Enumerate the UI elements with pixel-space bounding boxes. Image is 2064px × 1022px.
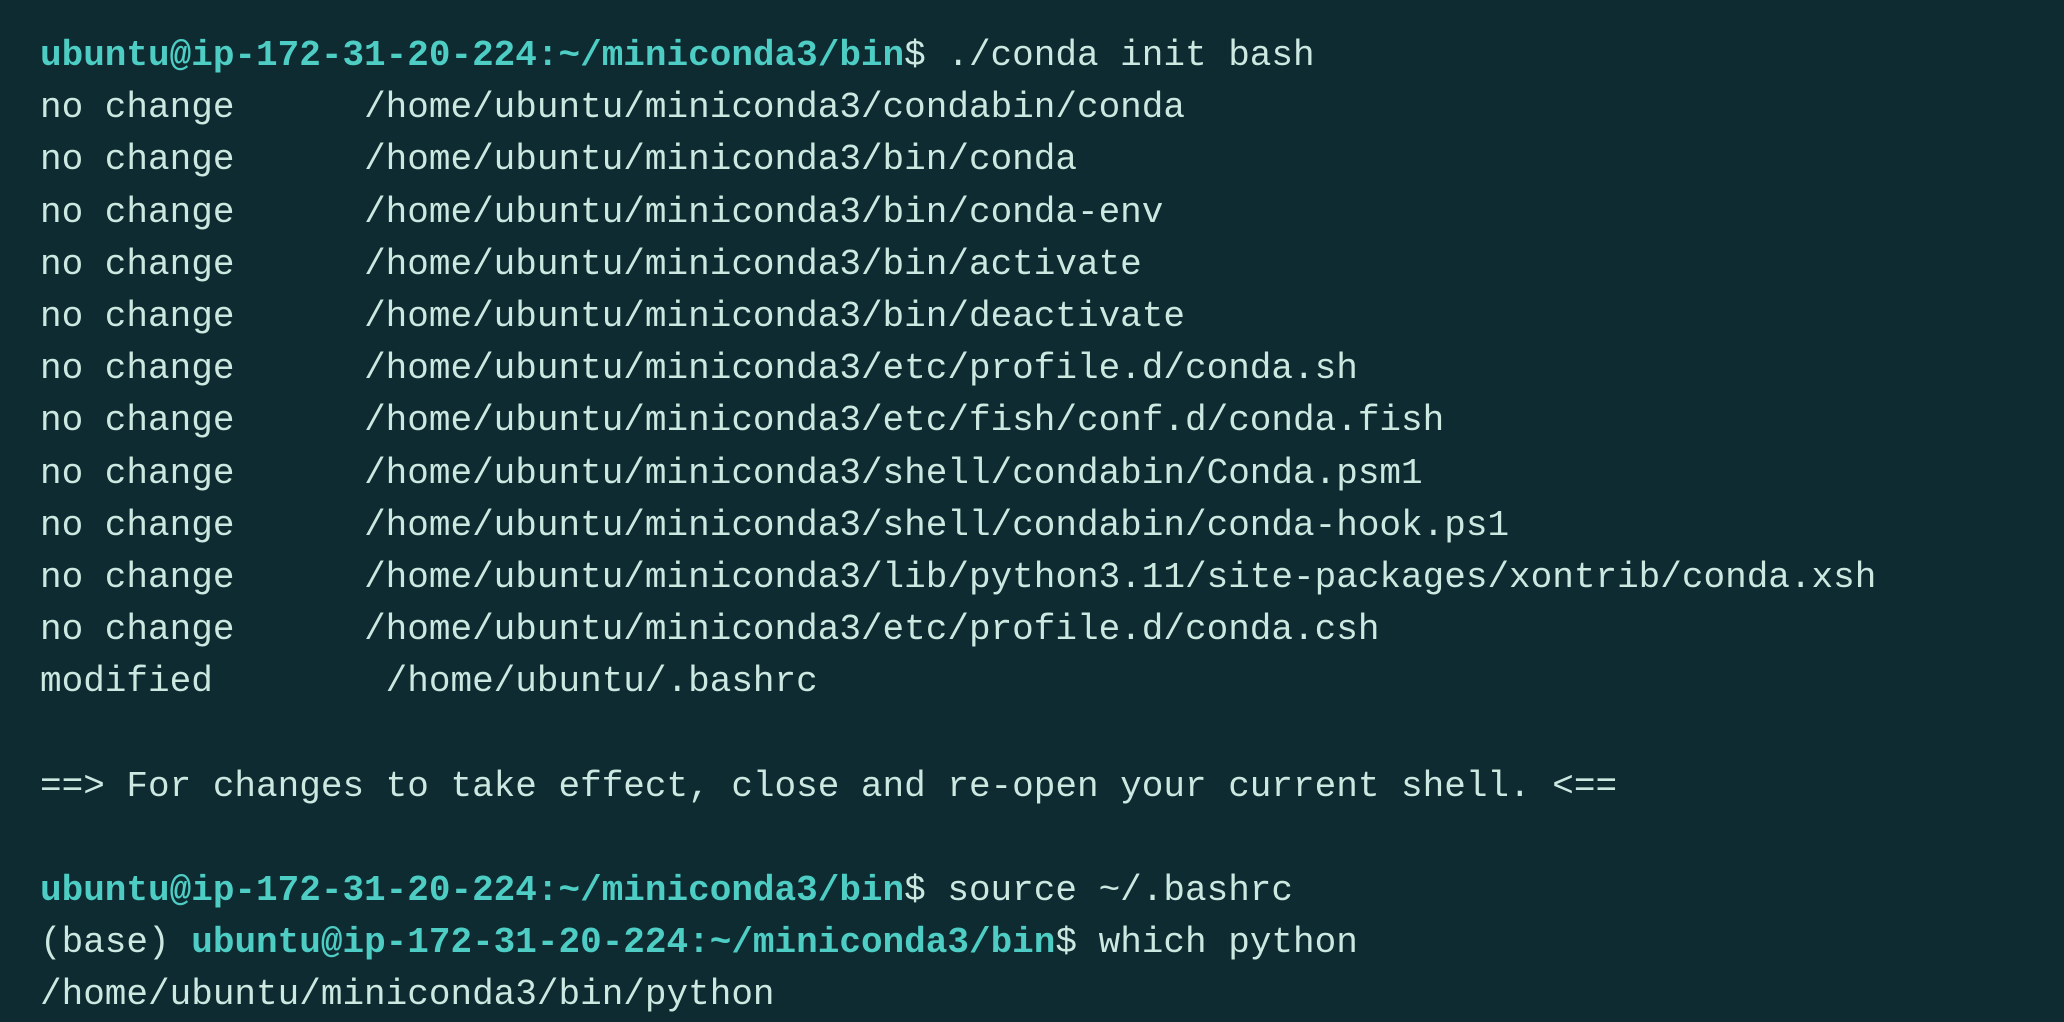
output-path-10: /home/ubuntu/miniconda3/etc/profile.d/co… <box>364 604 1379 656</box>
output-line-7: no change /home/ubuntu/miniconda3/shell/… <box>40 448 2024 500</box>
prompt-3: ubuntu@ip-172-31-20-224:~/miniconda3/bin <box>191 917 1055 969</box>
output-line-1: no change /home/ubuntu/miniconda3/bin/co… <box>40 134 2024 186</box>
output-label-9: no change <box>40 552 364 604</box>
output-label-6: no change <box>40 395 364 447</box>
message-line: ==> For changes to take effect, close an… <box>40 761 2024 813</box>
base-prefix: (base) <box>40 917 191 969</box>
output-line-5: no change /home/ubuntu/miniconda3/etc/pr… <box>40 343 2024 395</box>
cmd-1: ./conda init bash <box>926 30 1315 82</box>
python-path-line: /home/ubuntu/miniconda3/bin/python <box>40 969 2024 1021</box>
blank-line-2 <box>40 813 2024 865</box>
output-path-0: /home/ubuntu/miniconda3/condabin/conda <box>364 82 1185 134</box>
output-path-7: /home/ubuntu/miniconda3/shell/condabin/C… <box>364 448 1423 500</box>
python-path: /home/ubuntu/miniconda3/bin/python <box>40 969 775 1021</box>
output-path-5: /home/ubuntu/miniconda3/etc/profile.d/co… <box>364 343 1358 395</box>
output-label-8: no change <box>40 500 364 552</box>
output-line-2: no change /home/ubuntu/miniconda3/bin/co… <box>40 187 2024 239</box>
output-line-3: no change /home/ubuntu/miniconda3/bin/ac… <box>40 239 2024 291</box>
output-path-4: /home/ubuntu/miniconda3/bin/deactivate <box>364 291 1185 343</box>
output-line-0: no change /home/ubuntu/miniconda3/condab… <box>40 82 2024 134</box>
output-line-4: no change /home/ubuntu/miniconda3/bin/de… <box>40 291 2024 343</box>
output-label-5: no change <box>40 343 364 395</box>
output-label-7: no change <box>40 448 364 500</box>
output-path-3: /home/ubuntu/miniconda3/bin/activate <box>364 239 1142 291</box>
output-path-8: /home/ubuntu/miniconda3/shell/condabin/c… <box>364 500 1509 552</box>
cmd-3: which python <box>1077 917 1358 969</box>
prompt-1: ubuntu@ip-172-31-20-224:~/miniconda3/bin <box>40 30 904 82</box>
command-line-3: (base) ubuntu@ip-172-31-20-224:~/minicon… <box>40 917 2024 969</box>
output-path-6: /home/ubuntu/miniconda3/etc/fish/conf.d/… <box>364 395 1444 447</box>
command-line-2: ubuntu@ip-172-31-20-224:~/miniconda3/bin… <box>40 865 2024 917</box>
cmd-2: source ~/.bashrc <box>926 865 1293 917</box>
output-line-8: no change /home/ubuntu/miniconda3/shell/… <box>40 500 2024 552</box>
dollar-2: $ <box>904 865 926 917</box>
output-label-4: no change <box>40 291 364 343</box>
output-lines: no change /home/ubuntu/miniconda3/condab… <box>40 82 2024 708</box>
output-line-10: no change /home/ubuntu/miniconda3/etc/pr… <box>40 604 2024 656</box>
output-label-2: no change <box>40 187 364 239</box>
output-label-3: no change <box>40 239 364 291</box>
dollar-3: $ <box>1055 917 1077 969</box>
output-line-6: no change /home/ubuntu/miniconda3/etc/fi… <box>40 395 2024 447</box>
prompt-2: ubuntu@ip-172-31-20-224:~/miniconda3/bin <box>40 865 904 917</box>
output-path-1: /home/ubuntu/miniconda3/bin/conda <box>364 134 1077 186</box>
output-label-11: modified <box>40 656 386 708</box>
blank-line-1 <box>40 708 2024 760</box>
output-path-2: /home/ubuntu/miniconda3/bin/conda-env <box>364 187 1163 239</box>
output-line-11: modified /home/ubuntu/.bashrc <box>40 656 2024 708</box>
output-label-1: no change <box>40 134 364 186</box>
output-label-10: no change <box>40 604 364 656</box>
output-path-11: /home/ubuntu/.bashrc <box>386 656 818 708</box>
output-label-0: no change <box>40 82 364 134</box>
terminal-window: ubuntu@ip-172-31-20-224:~/miniconda3/bin… <box>40 30 2024 1022</box>
command-line-1: ubuntu@ip-172-31-20-224:~/miniconda3/bin… <box>40 30 2024 82</box>
output-line-9: no change /home/ubuntu/miniconda3/lib/py… <box>40 552 2024 604</box>
dollar-1: $ <box>904 30 926 82</box>
output-path-9: /home/ubuntu/miniconda3/lib/python3.11/s… <box>364 552 1876 604</box>
